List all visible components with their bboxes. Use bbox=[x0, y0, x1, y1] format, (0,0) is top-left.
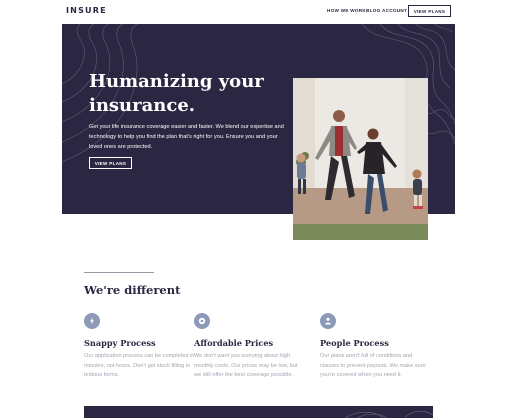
different-section-title: We're different bbox=[84, 283, 181, 297]
hero-title: Humanizing your insurance. bbox=[89, 71, 264, 116]
logo[interactable]: INSURE bbox=[66, 6, 107, 15]
nav-how-we-work[interactable]: HOW WE WORK bbox=[327, 8, 366, 13]
section-divider bbox=[84, 272, 154, 273]
feature-title: Snappy Process bbox=[84, 338, 156, 348]
hero-view-plans-button[interactable]: VIEW PLANS bbox=[89, 157, 132, 169]
feature-people-process: People Process Our plans aren't full of … bbox=[320, 313, 435, 381]
nav-blog[interactable]: BLOG bbox=[366, 8, 380, 13]
site-header: INSURE HOW WE WORK BLOG ACCOUNT VIEW PLA… bbox=[0, 0, 528, 24]
feature-description: Our application process can be completed… bbox=[84, 353, 195, 379]
banner-background-pattern bbox=[344, 410, 433, 418]
nav-account[interactable]: ACCOUNT bbox=[382, 8, 407, 13]
feature-title: People Process bbox=[320, 338, 389, 348]
how-we-work-banner bbox=[84, 406, 433, 418]
affordable-icon bbox=[194, 313, 210, 329]
feature-snappy-process: Snappy Process Our application process c… bbox=[84, 313, 199, 381]
feature-description: Our plans aren't full of conditions and … bbox=[320, 353, 426, 379]
feature-title: Affordable Prices bbox=[194, 338, 274, 348]
feature-description: We don't want you worrying about high mo… bbox=[194, 353, 298, 379]
hero-family-photo bbox=[293, 78, 428, 240]
feature-affordable-prices: Affordable Prices We don't want you worr… bbox=[194, 313, 309, 381]
snappy-icon bbox=[84, 313, 100, 329]
people-icon bbox=[320, 313, 336, 329]
hero-description: Get your life insurance coverage easier … bbox=[89, 124, 284, 150]
header-view-plans-button[interactable]: VIEW PLANS bbox=[408, 5, 451, 17]
